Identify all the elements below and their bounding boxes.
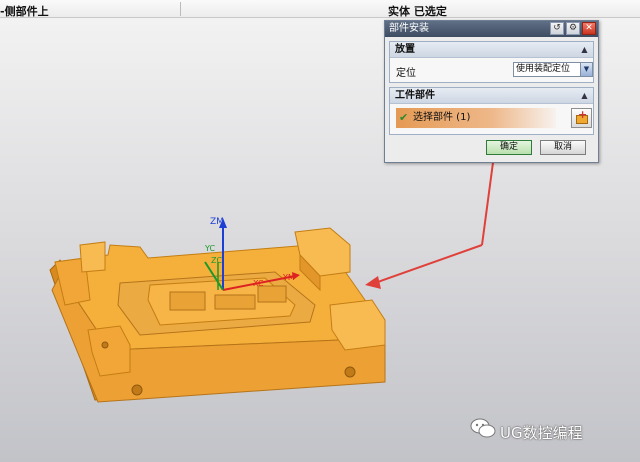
position-select-value: 使用装配定位	[516, 64, 571, 74]
placement-section-header[interactable]: 放置 ▲	[390, 42, 593, 58]
chevron-up-icon[interactable]: ▲	[579, 90, 590, 101]
position-label: 定位	[396, 68, 416, 79]
add-part-button[interactable]: +	[571, 108, 592, 128]
yc-label: YC	[204, 244, 215, 253]
workpiece-section-header[interactable]: 工件部件 ▲	[390, 88, 593, 104]
wechat-icon	[470, 418, 496, 438]
select-part-text: 选择部件 (1)	[413, 112, 471, 123]
cavity-pocket-3	[257, 285, 287, 303]
workpiece-section-title: 工件部件	[395, 90, 435, 101]
checkmark-icon: ✔	[399, 111, 409, 124]
hole-3	[101, 341, 109, 349]
hole-2	[344, 366, 356, 378]
status-bar: -侧部件上 实体 已选定	[0, 0, 640, 18]
part-install-dialog[interactable]: 部件安装 ↺ ⚙ ✕ 放置 ▲ 定位 使用装配定位 ▼ 工件部件 ▲ ✔ 选择部	[384, 20, 599, 163]
zc-label: ZC	[211, 256, 222, 265]
status-divider	[180, 2, 181, 16]
placement-section-title: 放置	[395, 44, 415, 55]
close-icon[interactable]: ✕	[582, 22, 596, 35]
dialog-titlebar[interactable]: 部件安装 ↺ ⚙ ✕	[385, 21, 598, 37]
reset-icon[interactable]: ↺	[550, 22, 564, 35]
workpiece-section: 工件部件 ▲ ✔ 选择部件 (1) +	[389, 87, 594, 135]
select-part-row[interactable]: ✔ 选择部件 (1)	[396, 108, 556, 128]
annotation-arrow-head-2	[365, 276, 381, 289]
watermark-text: UG数控编程	[500, 424, 583, 442]
ok-button[interactable]: 确定	[486, 140, 532, 155]
ym-label: YM	[282, 273, 295, 282]
placement-section: 放置 ▲ 定位 使用装配定位 ▼	[389, 41, 594, 83]
zm-label: ZM	[210, 217, 224, 227]
hole-1	[131, 384, 143, 396]
cancel-button[interactable]: 取消	[540, 140, 586, 155]
cavity-pocket-2	[214, 294, 256, 310]
annotation-arrow-line-2	[374, 244, 483, 284]
settings-gear-icon[interactable]: ⚙	[566, 22, 580, 35]
plus-icon: +	[578, 108, 588, 121]
cavity-pocket-1	[169, 291, 206, 311]
left-back-boss	[79, 241, 106, 273]
xc-label: XC	[253, 279, 264, 288]
status-left-text: -侧部件上	[0, 5, 49, 18]
dialog-title: 部件安装	[389, 23, 429, 34]
status-right-text: 实体 已选定	[388, 5, 447, 18]
chevron-up-icon[interactable]: ▲	[579, 44, 590, 55]
position-select[interactable]: 使用装配定位 ▼	[513, 62, 593, 77]
chevron-down-icon[interactable]: ▼	[580, 63, 592, 76]
